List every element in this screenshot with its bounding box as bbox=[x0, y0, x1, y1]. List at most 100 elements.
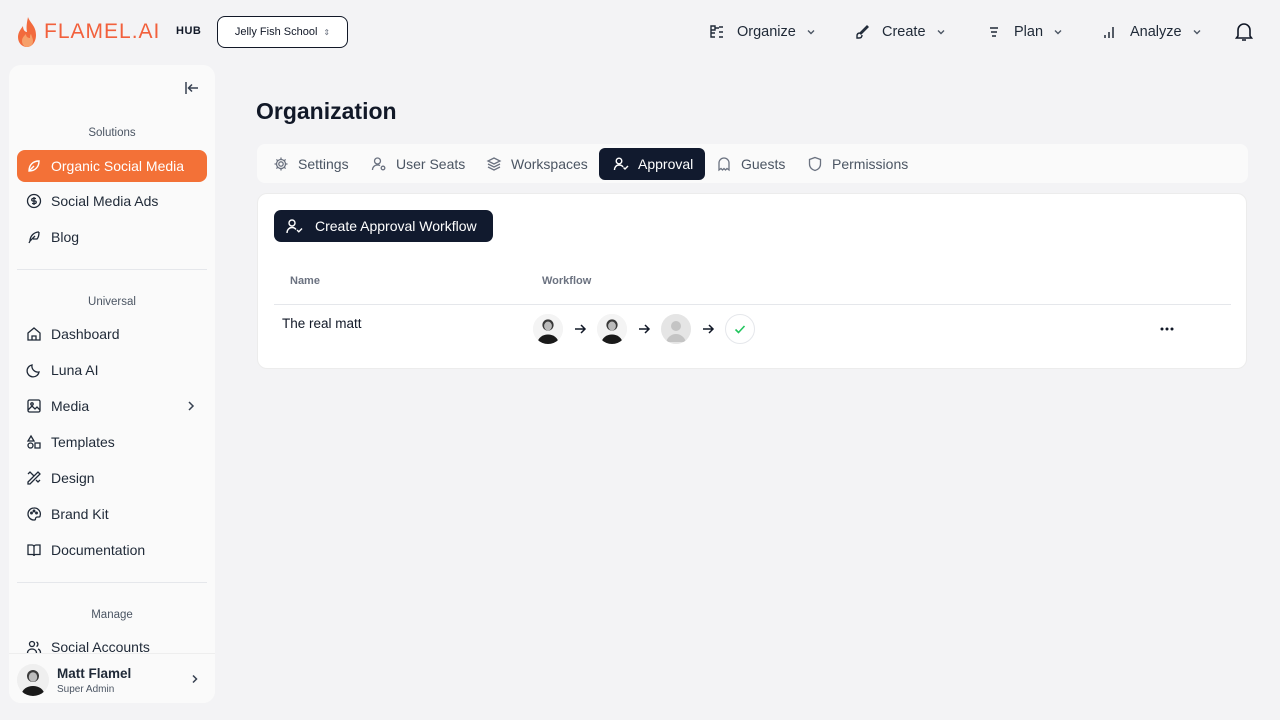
plan-icon bbox=[990, 27, 998, 37]
approver-avatar[interactable] bbox=[597, 314, 627, 344]
home-icon bbox=[27, 327, 41, 341]
bell-icon[interactable] bbox=[1232, 19, 1256, 43]
nav-label: Create bbox=[882, 24, 926, 40]
user-name: Matt Flamel bbox=[57, 666, 132, 681]
sidebar-item-label: Luna AI bbox=[51, 362, 99, 378]
brand-name: FLAMEL.AI bbox=[44, 20, 161, 43]
tab-approval[interactable]: Approval bbox=[599, 148, 706, 180]
image-icon bbox=[27, 399, 41, 413]
dollar-icon bbox=[26, 193, 42, 209]
user-placeholder-icon bbox=[661, 314, 691, 344]
sidebar-item-brand-kit[interactable]: Brand Kit bbox=[17, 498, 207, 530]
row-actions-button[interactable] bbox=[1158, 320, 1176, 338]
nav-label: Analyze bbox=[1130, 24, 1182, 40]
organize-icon bbox=[710, 25, 723, 38]
nav-organize[interactable]: Organize bbox=[709, 18, 816, 46]
tab-label: Approval bbox=[638, 156, 694, 172]
approved-check bbox=[725, 314, 755, 344]
person-photo-icon bbox=[533, 314, 563, 344]
placeholder-avatar[interactable] bbox=[661, 314, 691, 344]
leaf-icon bbox=[28, 160, 40, 172]
table-header-divider bbox=[274, 304, 1231, 305]
collapse-sidebar-icon[interactable] bbox=[183, 79, 201, 97]
nav-label: Plan bbox=[1014, 24, 1044, 40]
page-title: Organization bbox=[256, 98, 397, 124]
pen-ruler-icon bbox=[27, 471, 41, 485]
sidebar-item-social-media-ads[interactable]: Social Media Ads bbox=[17, 185, 207, 217]
sidebar-item-label: Media bbox=[51, 398, 90, 414]
chevron-right-icon bbox=[192, 674, 198, 684]
chevron-right-icon bbox=[188, 401, 195, 411]
user-profile-card[interactable]: Matt Flamel Super Admin bbox=[9, 653, 215, 703]
bar-chart-icon bbox=[1104, 27, 1114, 38]
tab-label: Guests bbox=[741, 156, 786, 172]
user-check-icon bbox=[613, 157, 629, 171]
brush-icon bbox=[856, 25, 869, 39]
chevron-down-icon bbox=[807, 30, 815, 35]
sidebar-item-blog[interactable]: Blog bbox=[17, 221, 207, 253]
chevron-down-icon bbox=[937, 30, 945, 35]
nav-analyze[interactable]: Analyze bbox=[1102, 18, 1202, 46]
shapes-icon bbox=[26, 434, 41, 449]
tab-label: Permissions bbox=[832, 156, 909, 172]
workflow-name: The real matt bbox=[282, 316, 362, 331]
arrow-right-icon bbox=[639, 324, 651, 334]
sidebar-item-luna-ai[interactable]: Luna AI bbox=[17, 354, 207, 386]
create-button-label: Create Approval Workflow bbox=[315, 218, 477, 234]
section-title-universal: Universal bbox=[88, 296, 136, 308]
tab-permissions[interactable]: Permissions bbox=[793, 148, 920, 180]
approver-avatar[interactable] bbox=[533, 314, 563, 344]
arrow-right-icon bbox=[703, 324, 715, 334]
hub-label: HUB bbox=[176, 25, 202, 37]
sidebar-item-organic-social-media[interactable]: Organic Social Media bbox=[17, 150, 207, 182]
avatar bbox=[17, 664, 49, 696]
gear-icon bbox=[274, 157, 288, 171]
palette-icon bbox=[27, 507, 41, 521]
sidebar-item-documentation[interactable]: Documentation bbox=[17, 534, 207, 566]
person-photo-icon bbox=[17, 664, 49, 696]
top-bar: FLAMEL.AI HUB Jelly Fish School ⇕ Organi… bbox=[0, 0, 1280, 64]
workspace-selector[interactable]: Jelly Fish School ⇕ bbox=[217, 16, 348, 48]
check-icon bbox=[734, 325, 746, 334]
tab-label: Workspaces bbox=[511, 156, 588, 172]
section-title-solutions: Solutions bbox=[88, 127, 136, 139]
tab-settings[interactable]: Settings bbox=[259, 148, 361, 180]
sidebar-item-templates[interactable]: Templates bbox=[17, 426, 207, 458]
moon-icon bbox=[26, 364, 40, 378]
nav-label: Organize bbox=[737, 24, 796, 40]
create-approval-workflow-button[interactable]: Create Approval Workflow bbox=[274, 210, 493, 242]
ghost-icon bbox=[718, 157, 730, 172]
sidebar-item-label: Social Media Ads bbox=[51, 193, 159, 209]
tab-label: User Seats bbox=[396, 156, 466, 172]
sidebar-item-dashboard[interactable]: Dashboard bbox=[17, 318, 207, 350]
chevron-down-icon bbox=[1193, 30, 1201, 35]
flame-icon bbox=[18, 17, 36, 47]
nav-create[interactable]: Create bbox=[854, 18, 946, 46]
organization-tabs: Settings User Seats Workspaces Approval … bbox=[257, 144, 1248, 183]
nav-plan[interactable]: Plan bbox=[986, 18, 1063, 46]
shield-icon bbox=[808, 156, 822, 172]
brand-logo[interactable]: FLAMEL.AI bbox=[16, 16, 160, 48]
sidebar: Solutions Organic Social Media Social Me… bbox=[9, 65, 215, 703]
workspace-selector-value: Jelly Fish School bbox=[234, 26, 318, 38]
layers-icon bbox=[486, 157, 502, 171]
sidebar-item-label: Templates bbox=[51, 434, 115, 450]
tab-user-seats[interactable]: User Seats bbox=[357, 148, 477, 180]
tab-guests[interactable]: Guests bbox=[702, 148, 797, 180]
approval-workflows-card: Create Approval Workflow Name Workflow T… bbox=[257, 193, 1247, 369]
arrow-right-icon bbox=[575, 324, 587, 334]
sidebar-item-label: Blog bbox=[51, 229, 80, 245]
user-role: Super Admin bbox=[57, 684, 115, 695]
tab-workspaces[interactable]: Workspaces bbox=[472, 148, 600, 180]
feather-icon bbox=[28, 231, 40, 244]
sidebar-item-media[interactable]: Media bbox=[17, 390, 207, 422]
sidebar-item-label: Brand Kit bbox=[51, 506, 109, 522]
more-horizontal-icon bbox=[1160, 327, 1174, 331]
updown-icon: ⇕ bbox=[323, 27, 331, 37]
section-title-manage: Manage bbox=[91, 609, 133, 621]
sidebar-item-label: Documentation bbox=[51, 542, 146, 558]
sidebar-item-label: Dashboard bbox=[51, 326, 120, 342]
sidebar-item-design[interactable]: Design bbox=[17, 462, 207, 494]
workflow-steps bbox=[533, 314, 755, 344]
column-header-workflow: Workflow bbox=[542, 275, 592, 287]
